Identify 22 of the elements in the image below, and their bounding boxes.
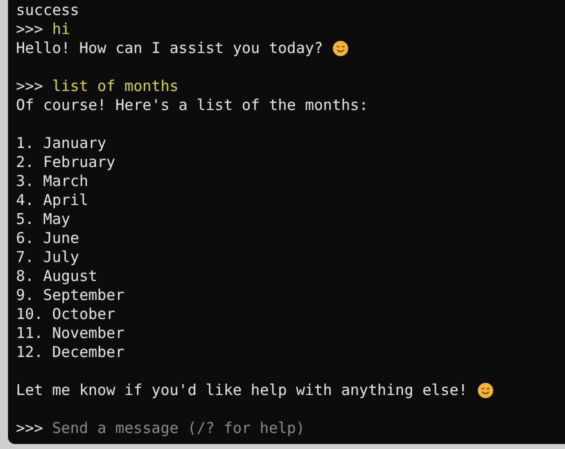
prompt-marker: >>> <box>16 419 44 438</box>
message-input[interactable]: Send a message (/? for help) <box>52 419 452 438</box>
output-text: 7. July <box>16 248 80 267</box>
output-text: success <box>16 1 80 20</box>
output-text: 11. November <box>16 324 124 343</box>
output-text: 3. March <box>16 172 88 191</box>
output-text: 5. May <box>16 210 70 229</box>
output-text: Hello! How can I assist you today? <box>16 39 324 58</box>
prompt-marker: >>> <box>16 77 44 96</box>
output-text: 9. September <box>16 286 124 305</box>
user-command: hi <box>52 20 70 39</box>
output-text: 4. April <box>16 191 88 210</box>
output-text: Of course! Here's a list of the months: <box>16 96 368 115</box>
output-text: 8. August <box>16 267 98 286</box>
user-command: list of months <box>52 77 179 96</box>
output-text: 1. January <box>16 134 106 153</box>
output-text: 2. February <box>16 153 116 172</box>
output-text: 12. December <box>16 343 124 362</box>
prompt-marker: >>> <box>16 20 44 39</box>
output-text: 10. October <box>16 305 116 324</box>
output-text: Let me know if you'd like help with anything else! <box>16 381 468 400</box>
output-text: 6. June <box>16 229 80 248</box>
